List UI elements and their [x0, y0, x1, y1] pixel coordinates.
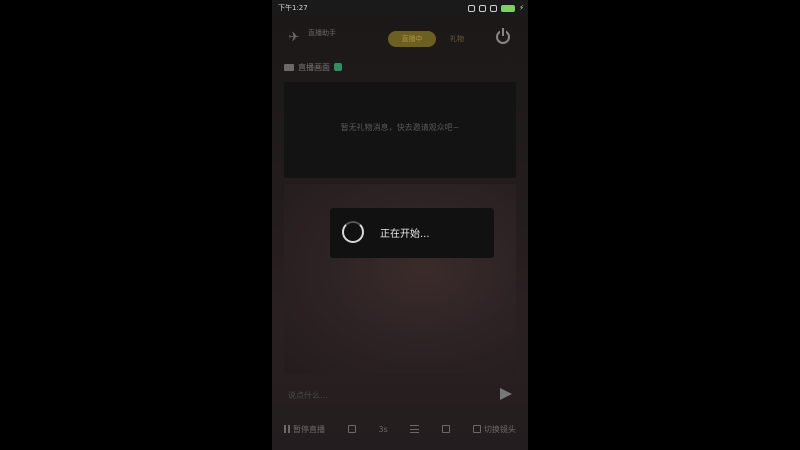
status-icons: ⚡: [468, 0, 524, 16]
screen-icon: [347, 425, 356, 433]
send-icon[interactable]: [500, 388, 512, 400]
power-icon[interactable]: [496, 28, 510, 44]
status-bar: 下午1:27 ⚡: [272, 0, 528, 16]
mode-tabs: 直播中 礼物: [388, 31, 472, 47]
share-button[interactable]: [442, 425, 451, 433]
phone-screen: 下午1:27 ⚡ ✈ 直播助手 直播中 礼物 直播画面 暂无礼物消息，快去邀请观…: [272, 0, 528, 450]
vibrate-icon: [479, 4, 487, 12]
screen-button[interactable]: [347, 425, 356, 433]
bottom-toolbar: 暂停直播 3s 切换镜头: [284, 418, 516, 440]
status-time: 下午1:27: [278, 4, 308, 12]
wifi-icon: [490, 4, 498, 12]
section-label: 直播画面: [298, 62, 330, 72]
section-header: 直播画面: [284, 60, 342, 74]
loading-text: 正在开始...: [380, 229, 430, 240]
pause-live-button[interactable]: 暂停直播: [284, 424, 325, 435]
alarm-icon: [468, 4, 476, 12]
app-name: 直播助手: [308, 29, 336, 37]
comment-input[interactable]: [284, 384, 492, 406]
pause-icon: [284, 425, 290, 433]
top-bar: ✈ 直播助手 直播中 礼物: [272, 22, 528, 56]
loading-toast: 正在开始...: [330, 208, 494, 258]
status-badge: [334, 63, 342, 71]
message-panel: 暂无礼物消息，快去邀请观众吧~: [284, 82, 516, 178]
camera-icon: [284, 63, 294, 71]
comment-input-row: [284, 384, 516, 406]
spinner-icon: [342, 221, 364, 243]
empty-message-text: 暂无礼物消息，快去邀请观众吧~: [340, 123, 460, 132]
flip-camera-button[interactable]: 切换镜头: [472, 424, 516, 435]
video-preview: 正在开始...: [284, 184, 516, 374]
menu-icon: [410, 425, 420, 433]
beauty-button[interactable]: 3s: [378, 425, 387, 434]
beauty-label: 3s: [378, 424, 388, 434]
app-logo-icon: ✈: [288, 30, 300, 45]
flip-camera-label: 切换镜头: [483, 424, 516, 434]
flip-icon: [472, 425, 481, 433]
share-icon: [442, 425, 451, 433]
pause-live-label: 暂停直播: [293, 424, 325, 434]
tab-live[interactable]: 直播中: [388, 31, 436, 47]
battery-icon: [501, 4, 516, 12]
charging-icon: ⚡: [519, 4, 524, 12]
tab-gifts[interactable]: 礼物: [442, 31, 472, 47]
menu-button[interactable]: [410, 425, 420, 433]
